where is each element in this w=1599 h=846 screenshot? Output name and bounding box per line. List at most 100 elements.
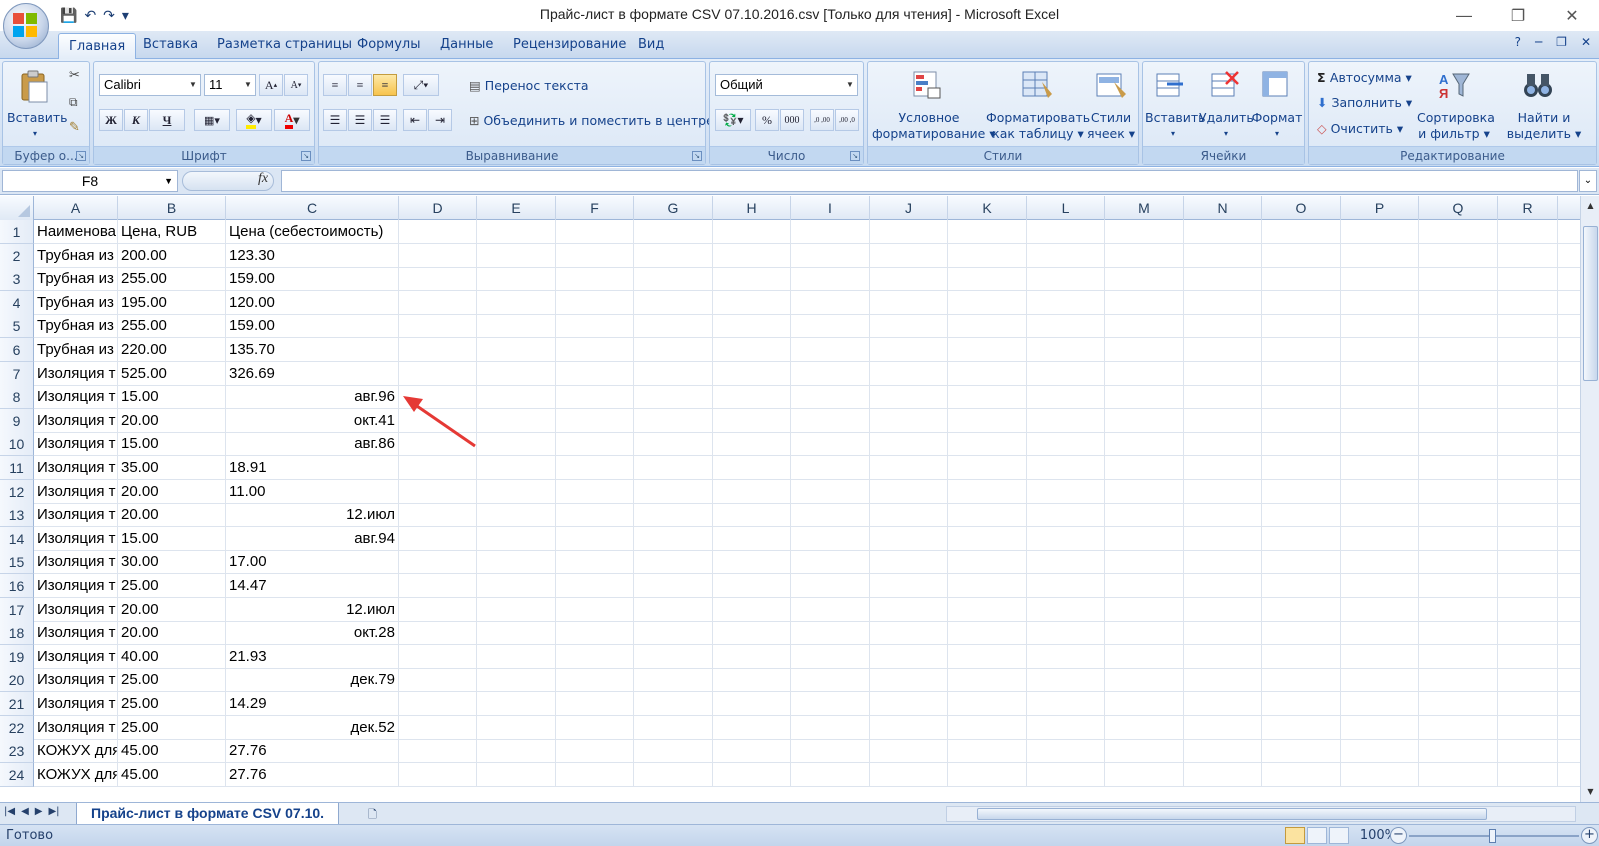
cell-a[interactable]: Трубная из <box>34 290 118 315</box>
cell-a[interactable]: Изоляция т <box>34 432 118 457</box>
delete-cells-button[interactable]: Удалить ▾ <box>1199 110 1254 142</box>
vertical-scrollbar[interactable]: ▲ ▼ <box>1580 196 1599 802</box>
tab-view[interactable]: Вид <box>630 37 672 52</box>
cell-empty[interactable] <box>870 243 948 268</box>
next-sheet-icon[interactable]: ▶ <box>35 806 43 817</box>
cell-empty[interactable] <box>634 621 713 646</box>
cell-empty[interactable] <box>1419 456 1498 480</box>
cell-c[interactable]: дек.79 <box>226 668 399 693</box>
cell-empty[interactable] <box>477 267 556 292</box>
cell-empty[interactable] <box>477 432 556 457</box>
number-launcher-icon[interactable]: ↘ <box>850 151 860 161</box>
cell-empty[interactable] <box>1184 739 1262 764</box>
insert-sheet-icon[interactable]: 🗋 <box>368 806 390 822</box>
cell-empty[interactable] <box>1262 314 1341 339</box>
cell-b[interactable]: 200.00 <box>118 243 226 268</box>
cell-empty[interactable] <box>1341 668 1419 693</box>
cell-empty[interactable] <box>1262 267 1341 292</box>
cell-empty[interactable] <box>713 621 791 646</box>
cell-empty[interactable] <box>399 267 477 292</box>
cell-empty[interactable] <box>1184 668 1262 693</box>
cell-a[interactable]: Наименова <box>34 220 118 244</box>
cell-empty[interactable] <box>399 715 477 740</box>
cell-empty[interactable] <box>399 668 477 693</box>
help-icon[interactable]: ? <box>1515 35 1521 49</box>
cell-empty[interactable] <box>791 243 870 268</box>
cell-empty[interactable] <box>1105 668 1184 693</box>
cell-empty[interactable] <box>948 574 1027 598</box>
column-header-h[interactable]: H <box>713 196 791 220</box>
cell-c[interactable]: окт.28 <box>226 621 399 646</box>
format-as-table-button[interactable]: Форматировать как таблицу ▾ <box>986 110 1090 142</box>
cell-empty[interactable] <box>634 479 713 504</box>
cell-a[interactable]: Изоляция т <box>34 408 118 433</box>
autosum-button[interactable]: Σ Автосумма ▾ <box>1317 70 1412 86</box>
cell-empty[interactable] <box>477 574 556 598</box>
cell-empty[interactable] <box>948 621 1027 646</box>
format-painter-icon[interactable]: ✎ <box>69 120 80 136</box>
cell-empty[interactable] <box>399 408 477 433</box>
cell-empty[interactable] <box>1184 408 1262 433</box>
cell-empty[interactable] <box>1419 479 1498 504</box>
row-header[interactable]: 3 <box>0 267 34 292</box>
tab-home[interactable]: Главная <box>58 33 137 60</box>
cell-empty[interactable] <box>399 243 477 268</box>
cell-empty[interactable] <box>1105 692 1184 716</box>
cell-c[interactable]: 17.00 <box>226 550 399 575</box>
cell-empty[interactable] <box>870 432 948 457</box>
cell-empty[interactable] <box>1105 220 1184 244</box>
cell-a[interactable]: Трубная из <box>34 267 118 292</box>
column-header-f[interactable]: F <box>556 196 634 220</box>
cell-empty[interactable] <box>1027 762 1105 787</box>
cell-empty[interactable] <box>870 385 948 410</box>
tab-page-layout[interactable]: Разметка страницы <box>209 37 360 52</box>
cell-empty[interactable] <box>556 668 634 693</box>
cell-empty[interactable] <box>1105 526 1184 551</box>
cell-empty[interactable] <box>1262 432 1341 457</box>
wrap-text-button[interactable]: ▤ Перенос текста <box>469 78 589 94</box>
row-header[interactable]: 9 <box>0 408 34 433</box>
cell-a[interactable]: Изоляция т <box>34 668 118 693</box>
cell-empty[interactable] <box>634 503 713 528</box>
cell-empty[interactable] <box>1184 692 1262 716</box>
cell-empty[interactable] <box>1341 290 1419 315</box>
cell-empty[interactable] <box>1341 550 1419 575</box>
cell-empty[interactable] <box>870 314 948 339</box>
cell-empty[interactable] <box>1419 220 1498 244</box>
worksheet-grid[interactable]: ABCDEFGHIJKLMNOPQR 1 Наименова Цена, RUB Це… <box>0 196 1580 802</box>
cell-b[interactable]: 45.00 <box>118 762 226 787</box>
cell-empty[interactable] <box>1498 432 1558 457</box>
cell-empty[interactable] <box>556 408 634 433</box>
cell-empty[interactable] <box>1498 550 1558 575</box>
fill-button[interactable]: ⬇ Заполнить ▾ <box>1317 95 1412 111</box>
column-header-o[interactable]: O <box>1262 196 1341 220</box>
cell-empty[interactable] <box>1341 408 1419 433</box>
cell-empty[interactable] <box>1262 338 1341 362</box>
cell-empty[interactable] <box>477 408 556 433</box>
cell-empty[interactable] <box>1184 338 1262 362</box>
cell-empty[interactable] <box>1498 762 1558 787</box>
cell-b[interactable]: 25.00 <box>118 574 226 598</box>
cell-a[interactable]: Трубная из <box>34 243 118 268</box>
percent-button[interactable]: % <box>755 109 779 131</box>
first-sheet-icon[interactable]: |◀ <box>4 806 15 817</box>
cell-b[interactable]: 195.00 <box>118 290 226 315</box>
cell-c[interactable]: 326.69 <box>226 361 399 386</box>
restore-icon[interactable]: ❐ <box>1491 0 1545 31</box>
cell-empty[interactable] <box>1184 644 1262 669</box>
paste-dropdown-icon[interactable]: ▾ <box>25 126 45 142</box>
cell-a[interactable]: Изоляция т <box>34 715 118 740</box>
cell-empty[interactable] <box>399 503 477 528</box>
cell-empty[interactable] <box>1184 715 1262 740</box>
cell-empty[interactable] <box>948 220 1027 244</box>
cell-empty[interactable] <box>1341 574 1419 598</box>
cell-b[interactable]: 525.00 <box>118 361 226 386</box>
insert-cells-button[interactable]: Вставить ▾ <box>1145 110 1206 142</box>
cell-empty[interactable] <box>477 314 556 339</box>
cell-a[interactable]: Изоляция т <box>34 456 118 480</box>
row-header[interactable]: 6 <box>0 338 34 362</box>
page-break-view-icon[interactable] <box>1329 827 1349 844</box>
number-format-combo[interactable]: Общий ▼ <box>715 74 858 96</box>
cell-a[interactable]: Трубная из <box>34 314 118 339</box>
row-header[interactable]: 1 <box>0 220 34 244</box>
